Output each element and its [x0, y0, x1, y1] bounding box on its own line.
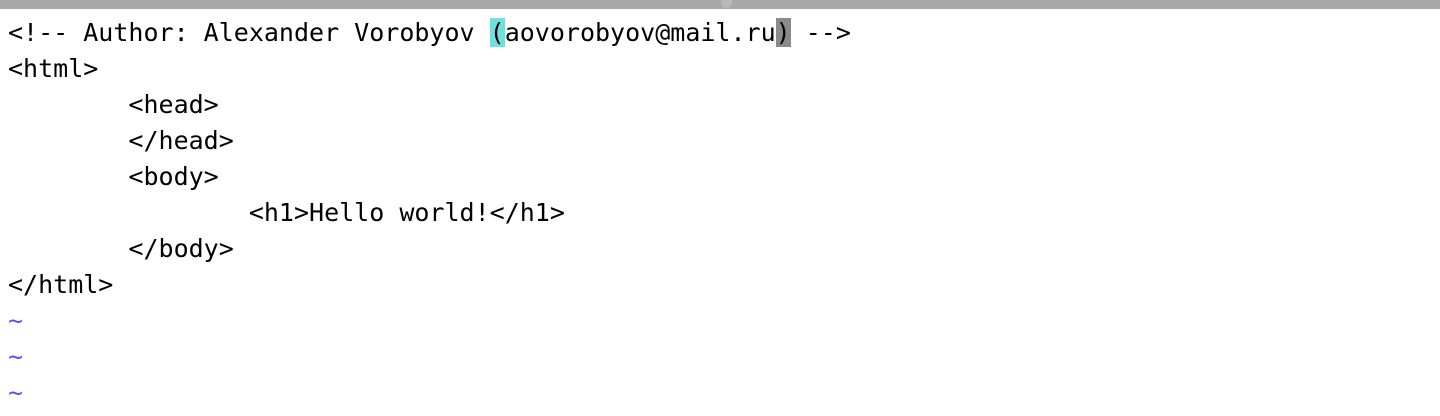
cursor: )	[775, 18, 791, 47]
editor-line-7[interactable]: </body>	[8, 231, 851, 267]
editor-line-8[interactable]: </html>	[8, 267, 851, 303]
empty-line-marker-1: ~	[8, 306, 24, 335]
empty-line-marker-2: ~	[8, 342, 24, 371]
comment-text-end: -->	[790, 18, 851, 47]
comment-text-start: <!-- Author: Alexander Vorobyov	[8, 18, 490, 47]
email-text: aovorobyov@mail.ru	[504, 18, 776, 47]
window-title-bar[interactable]	[0, 0, 1440, 9]
editor-line-1[interactable]: <!-- Author: Alexander Vorobyov (aovorob…	[8, 15, 851, 51]
empty-line-marker-3: ~	[8, 378, 24, 407]
editor-line-3[interactable]: <head>	[8, 87, 851, 123]
editor-line-6[interactable]: <h1>Hello world!</h1>	[8, 195, 851, 231]
matching-paren-highlight: (	[489, 18, 505, 47]
text-editor-buffer[interactable]: <!-- Author: Alexander Vorobyov (aovorob…	[8, 15, 851, 411]
editor-line-2[interactable]: <html>	[8, 51, 851, 87]
resize-handle-icon[interactable]	[721, 0, 732, 8]
vim-window: <!-- Author: Alexander Vorobyov (aovorob…	[0, 0, 1440, 416]
editor-line-4[interactable]: </head>	[8, 123, 851, 159]
editor-line-5[interactable]: <body>	[8, 159, 851, 195]
